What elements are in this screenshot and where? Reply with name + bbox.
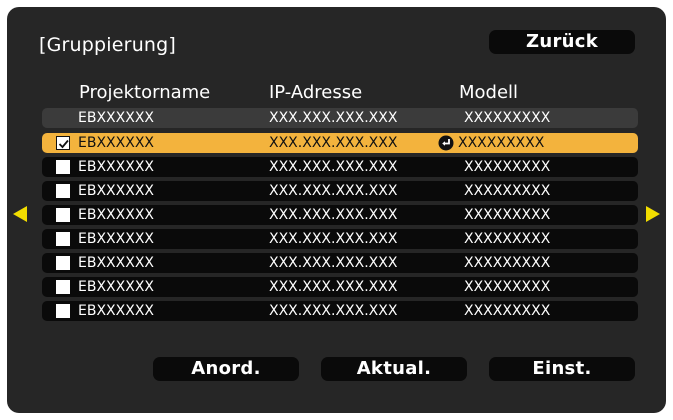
column-header-ip: IP-Adresse	[269, 82, 363, 103]
settings-button[interactable]: Einst.	[489, 357, 635, 381]
column-header-name: Projektorname	[79, 82, 211, 103]
model-name: XXXXXXXXX	[464, 255, 551, 271]
check-icon	[58, 139, 69, 149]
projector-name: EBXXXXXX	[78, 231, 154, 247]
arrow-left-icon[interactable]	[12, 205, 28, 223]
projector-name: EBXXXXXX	[78, 207, 154, 223]
table-row[interactable]: EBXXXXXX XXX.XXX.XXX.XXX XXXXXXXXX	[42, 157, 638, 177]
table-row-selected[interactable]: EBXXXXXX XXX.XXX.XXX.XXX XXXXXXXXX	[42, 133, 638, 153]
table-row[interactable]: EBXXXXXX XXX.XXX.XXX.XXX XXXXXXXXX	[42, 205, 638, 225]
projector-name: EBXXXXXX	[78, 255, 154, 271]
arrow-right-icon[interactable]	[645, 205, 661, 223]
table-row[interactable]: EBXXXXXX XXX.XXX.XXX.XXX XXXXXXXXX	[42, 108, 638, 128]
model-name: XXXXXXXXX	[464, 159, 551, 175]
column-headers: Projektorname IP-Adresse Modell	[7, 82, 666, 106]
model-name: XXXXXXXXX	[458, 135, 545, 151]
projector-name: EBXXXXXX	[78, 303, 154, 319]
ip-address: XXX.XXX.XXX.XXX	[269, 183, 398, 199]
table-row[interactable]: EBXXXXXX XXX.XXX.XXX.XXX XXXXXXXXX	[42, 277, 638, 297]
checkbox[interactable]	[56, 184, 70, 198]
back-button[interactable]: Zurück	[489, 30, 635, 54]
model-name: XXXXXXXXX	[464, 303, 551, 319]
table-row[interactable]: EBXXXXXX XXX.XXX.XXX.XXX XXXXXXXXX	[42, 301, 638, 321]
projector-name: EBXXXXXX	[78, 135, 154, 151]
checkbox[interactable]	[56, 304, 70, 318]
model-name: XXXXXXXXX	[464, 110, 551, 126]
ip-address: XXX.XXX.XXX.XXX	[269, 159, 398, 175]
ip-address: XXX.XXX.XXX.XXX	[269, 231, 398, 247]
sort-button[interactable]: Anord.	[153, 357, 299, 381]
enter-icon	[438, 135, 454, 151]
checkbox[interactable]	[56, 160, 70, 174]
table-row[interactable]: EBXXXXXX XXX.XXX.XXX.XXX XXXXXXXXX	[42, 253, 638, 273]
grouping-dialog: [Gruppierung] Zurück Projektorname IP-Ad…	[7, 7, 666, 413]
projector-name: EBXXXXXX	[78, 279, 154, 295]
page-title: [Gruppierung]	[39, 34, 177, 56]
projector-name: EBXXXXXX	[78, 159, 154, 175]
model-name: XXXXXXXXX	[464, 207, 551, 223]
model-name: XXXXXXXXX	[464, 231, 551, 247]
checkbox[interactable]	[56, 280, 70, 294]
checkbox[interactable]	[56, 232, 70, 246]
ip-address: XXX.XXX.XXX.XXX	[269, 110, 398, 126]
refresh-button[interactable]: Aktual.	[321, 357, 467, 381]
table-row[interactable]: EBXXXXXX XXX.XXX.XXX.XXX XXXXXXXXX	[42, 181, 638, 201]
ip-address: XXX.XXX.XXX.XXX	[269, 303, 398, 319]
projector-name: EBXXXXXX	[78, 183, 154, 199]
ip-address: XXX.XXX.XXX.XXX	[269, 255, 398, 271]
table-row[interactable]: EBXXXXXX XXX.XXX.XXX.XXX XXXXXXXXX	[42, 229, 638, 249]
checkbox[interactable]	[56, 208, 70, 222]
checkbox[interactable]	[56, 256, 70, 270]
model-name: XXXXXXXXX	[464, 279, 551, 295]
projector-name: EBXXXXXX	[78, 110, 154, 126]
ip-address: XXX.XXX.XXX.XXX	[269, 279, 398, 295]
ip-address: XXX.XXX.XXX.XXX	[269, 207, 398, 223]
column-header-model: Modell	[459, 82, 519, 103]
model-name: XXXXXXXXX	[464, 183, 551, 199]
ip-address: XXX.XXX.XXX.XXX	[269, 135, 398, 151]
checkbox-checked[interactable]	[56, 136, 70, 150]
